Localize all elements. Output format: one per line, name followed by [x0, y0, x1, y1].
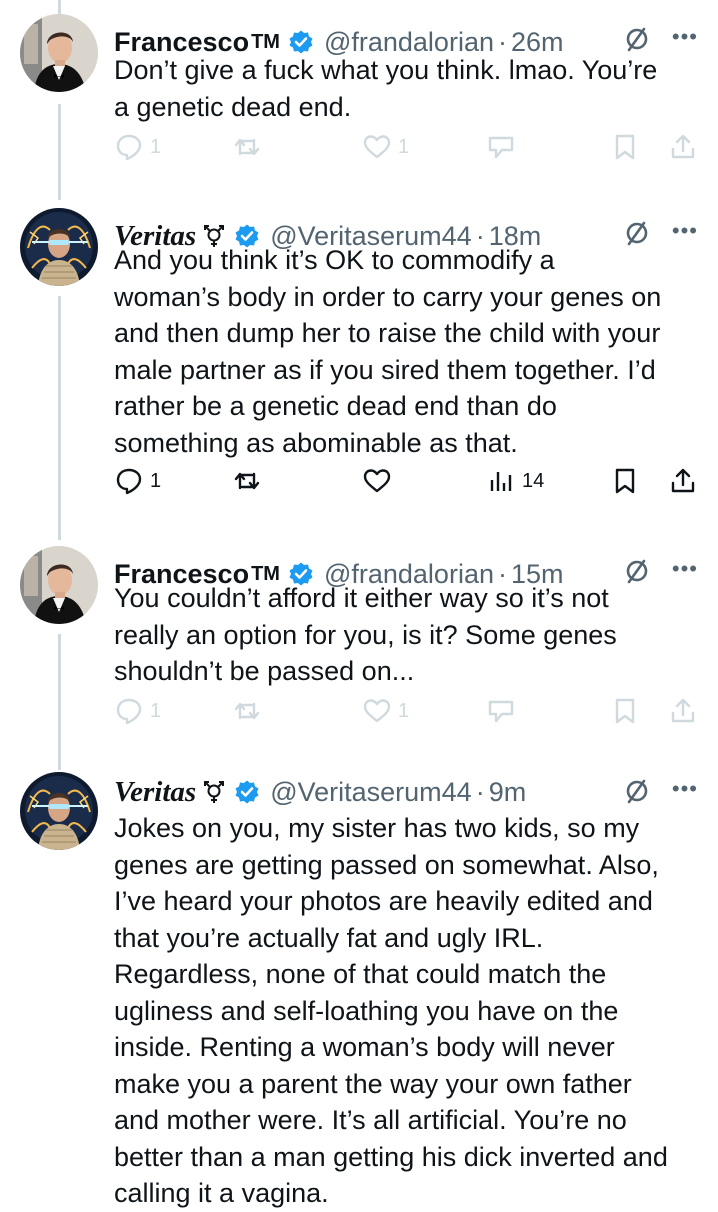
promote-button[interactable] — [486, 132, 516, 162]
retweet-icon — [234, 472, 260, 490]
tweet-actions: 1 1 — [114, 132, 698, 172]
reply-icon — [116, 698, 142, 725]
promote-icon — [488, 136, 514, 159]
thread-line — [58, 0, 61, 14]
avatar-francesco-image — [20, 14, 98, 92]
retweet-button[interactable] — [232, 132, 262, 162]
share-icon — [671, 134, 695, 159]
grok-icon[interactable] — [622, 776, 652, 811]
share-button[interactable] — [668, 466, 698, 496]
reply-icon — [116, 134, 142, 161]
views-button[interactable]: 14 — [486, 466, 544, 496]
retweet-icon — [234, 702, 260, 720]
tweet-text: You couldn’t afford it either way so it’… — [114, 583, 617, 686]
share-button[interactable] — [668, 132, 698, 162]
retweet-button[interactable] — [232, 466, 262, 496]
heart-icon — [363, 135, 391, 159]
tweet-actions: 1 14 — [114, 466, 698, 506]
share-icon — [671, 698, 695, 723]
tweet-text: And you think it’s OK to commodify a wom… — [114, 245, 662, 458]
avatar-veritas-image — [20, 208, 98, 286]
separator-dot: · — [475, 776, 485, 807]
avatar[interactable] — [20, 14, 98, 92]
promote-button[interactable] — [486, 696, 516, 726]
reply-button[interactable]: 1 — [114, 466, 161, 496]
avatar-francesco-image — [20, 546, 98, 624]
tweet-text: Jokes on you, my sister has two kids, so… — [114, 813, 668, 1208]
trademark-badge: TM — [251, 30, 280, 53]
avatar-veritas-image — [20, 772, 98, 850]
share-button[interactable] — [668, 696, 698, 726]
more-options-icon[interactable]: ••• — [672, 776, 698, 802]
reply-icon — [116, 468, 142, 495]
promote-icon — [488, 700, 514, 723]
analytics-icon — [490, 472, 512, 491]
tweet: Francesco TM @frandalorian · 26m ••• Don… — [0, 14, 718, 184]
reply-count: 1 — [150, 699, 162, 722]
reply-button[interactable]: 1 — [114, 132, 161, 162]
bookmark-icon — [615, 698, 635, 724]
like-button[interactable]: 1 — [362, 696, 409, 726]
heart-icon — [363, 469, 391, 493]
avatar[interactable] — [20, 546, 98, 624]
retweet-button[interactable] — [232, 696, 262, 726]
tweet: Veritas @Veritaserum44 · 9m ••• Jokes on… — [0, 772, 718, 1208]
like-button[interactable] — [362, 466, 392, 496]
venus-mars-icon — [202, 779, 226, 805]
verified-badge-icon — [234, 779, 260, 805]
more-options-icon[interactable]: ••• — [672, 218, 698, 244]
like-button[interactable]: 1 — [362, 132, 409, 162]
bookmark-icon — [615, 134, 635, 160]
user-handle[interactable]: @Veritaserum44 — [270, 777, 472, 808]
tweet: Francesco TM @frandalorian · 15m ••• You… — [0, 546, 718, 746]
tweet-actions: 1 1 — [114, 696, 698, 736]
bookmark-button[interactable] — [610, 466, 640, 496]
timestamp[interactable]: 9m — [489, 777, 527, 808]
avatar[interactable] — [20, 772, 98, 850]
reply-count: 1 — [150, 135, 162, 158]
avatar[interactable] — [20, 208, 98, 286]
display-name[interactable]: Veritas — [114, 776, 196, 809]
tweet: Veritas @Veritaserum44 · 18m ••• And you… — [0, 208, 718, 528]
bookmark-button[interactable] — [610, 696, 640, 726]
like-count: 1 — [398, 135, 410, 158]
bookmark-button[interactable] — [610, 132, 640, 162]
view-count: 14 — [522, 469, 545, 492]
retweet-icon — [234, 138, 260, 156]
more-options-icon[interactable]: ••• — [672, 556, 698, 582]
bookmark-icon — [615, 468, 635, 494]
more-options-icon[interactable]: ••• — [672, 24, 698, 50]
tweet-text: Don’t give a fuck what you think. lmao. … — [114, 55, 658, 122]
share-icon — [671, 468, 695, 493]
reply-button[interactable]: 1 — [114, 696, 161, 726]
reply-count: 1 — [150, 469, 162, 492]
like-count: 1 — [398, 699, 410, 722]
heart-icon — [363, 699, 391, 723]
